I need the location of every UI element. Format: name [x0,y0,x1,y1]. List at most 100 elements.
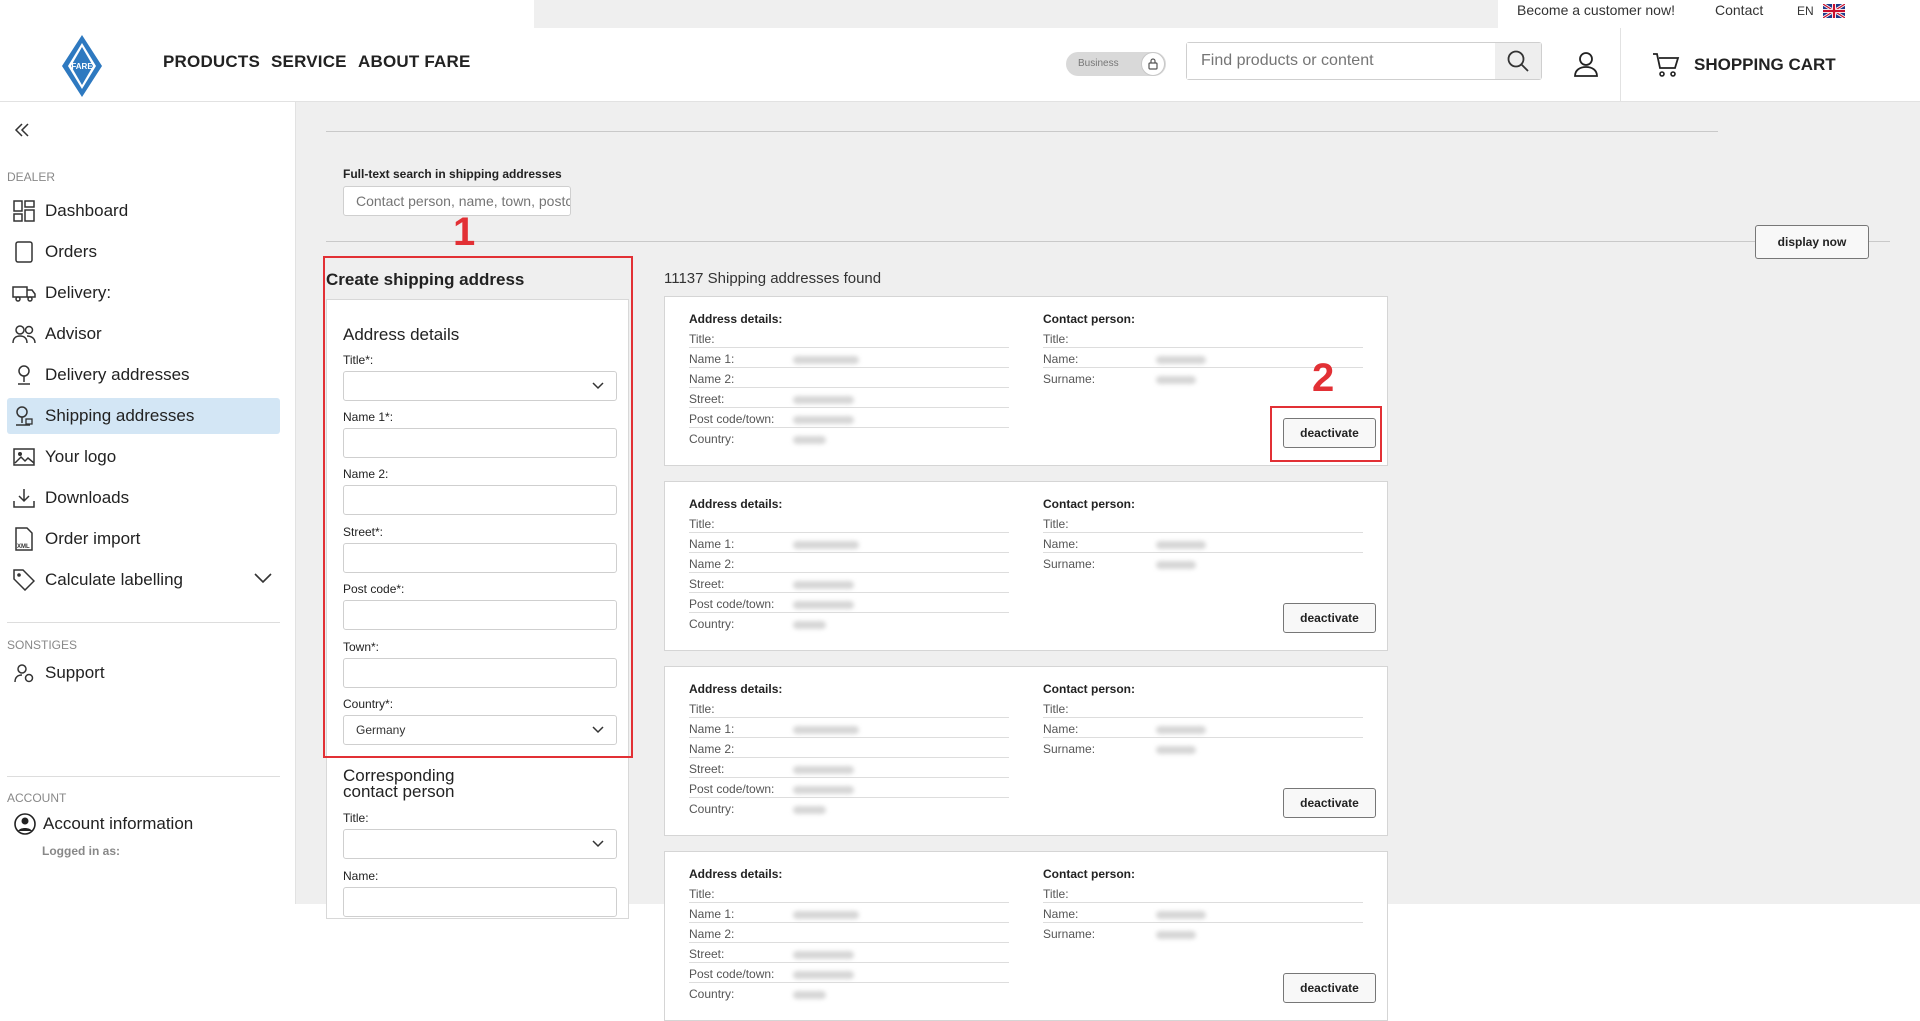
deactivate-button[interactable]: deactivate [1283,603,1376,633]
cart-icon [1653,53,1680,77]
sidebar-item-delivery-addresses[interactable]: Delivery addresses [7,357,280,393]
header-divider [1620,28,1621,102]
redacted-value [793,621,826,629]
sidebar-item-dashboard[interactable]: Dashboard [7,193,280,229]
address-field-label: Title: [689,702,715,716]
contact-person-heading: Contact person: [1043,682,1136,696]
chevron-down-icon[interactable] [254,572,272,584]
row-divider [689,942,1009,943]
image-icon [9,448,39,466]
address-field-label: Post code/town: [689,967,775,981]
address-field-label: Title: [689,332,715,346]
contact-field-label: Name: [1043,537,1079,551]
advisor-icon [9,324,39,344]
contact-field-label: Name: [1043,907,1079,921]
sidebar-item-calculate-labelling[interactable]: Calculate labelling [7,562,280,598]
business-toggle[interactable]: Business [1066,52,1166,76]
fulltext-search-label: Full-text search in shipping addresses [343,167,562,181]
contact-field-label: Surname: [1043,372,1096,386]
address-field-label: Title: [689,887,715,901]
contact-title-select[interactable] [343,829,617,859]
row-divider [1043,922,1363,923]
logo-text: FARE [71,62,93,71]
language-selector[interactable]: EN [1797,4,1814,18]
uk-flag-icon[interactable] [1823,4,1845,18]
display-now-button[interactable]: display now [1755,225,1869,259]
collapse-sidebar-button[interactable] [14,122,30,143]
address-field-label: Post code/town: [689,597,775,611]
sidebar-item-your-logo[interactable]: Your logo [7,439,280,475]
contact-field-label: Title: [1043,517,1069,531]
address-field-label: Street: [689,762,725,776]
sidebar-item-downloads[interactable]: Downloads [7,480,280,516]
top-strip-background [534,0,1498,28]
sidebar-item-order-import[interactable]: XML Order import [7,521,280,557]
sidebar: DEALER Dashboard Orders Delivery: Adviso… [0,102,296,904]
address-details-heading: Address details: [689,312,783,326]
redacted-value [1156,911,1206,919]
logged-in-as-label: Logged in as: [42,844,120,858]
sidebar-item-account-information[interactable]: Account information [7,806,280,842]
truck-icon [9,284,39,302]
row-divider [689,902,1009,903]
location-pin-icon [9,364,39,386]
nav-service[interactable]: SERVICE [271,52,347,72]
row-divider [689,982,1009,983]
row-divider [689,717,1009,718]
row-divider [689,737,1009,738]
sidebar-item-label: Delivery: [45,283,112,302]
sidebar-item-label: Dashboard [45,201,129,220]
row-divider [689,592,1009,593]
annotation-label-2: 2 [1312,356,1335,400]
row-divider [689,777,1009,778]
contact-field-label: Name: [1043,722,1079,736]
redacted-value [1156,931,1196,939]
contact-name-field[interactable] [343,887,617,917]
site-search-input[interactable] [1187,43,1495,79]
nav-about-fare[interactable]: ABOUT FARE [358,52,471,72]
deactivate-button[interactable]: deactivate [1283,973,1376,1003]
shopping-cart-button[interactable]: SHOPPING CART [1652,52,1836,78]
row-divider [1043,532,1363,533]
contact-field-label: Title: [1043,887,1069,901]
redacted-value [793,541,859,549]
user-account-button[interactable] [1573,50,1599,83]
row-divider [689,347,1009,348]
nav-products[interactable]: PRODUCTS [163,52,260,72]
tag-icon [9,569,39,591]
redacted-value [1156,746,1196,754]
search-button[interactable] [1495,43,1541,79]
address-field-label: Name 2: [689,742,735,756]
sidebar-item-advisor[interactable]: Advisor [7,316,280,352]
sidebar-item-delivery[interactable]: Delivery: [7,275,280,311]
row-divider [689,552,1009,553]
sidebar-item-support[interactable]: Support [7,655,280,691]
redacted-value [793,436,826,444]
row-divider [689,367,1009,368]
user-icon [1574,52,1598,77]
become-customer-link[interactable]: Become a customer now! [1517,2,1675,18]
contact-link[interactable]: Contact [1715,2,1763,18]
account-icon [13,813,37,835]
address-field-label: Name 2: [689,557,735,571]
row-divider [1043,552,1363,553]
fare-logo-icon: FARE [62,35,102,97]
dashboard-icon [9,200,39,222]
sidebar-item-label: Support [45,663,105,682]
contact-field-label: Title: [1043,332,1069,346]
results-count: 11137 Shipping addresses found [664,270,882,287]
sidebar-item-label: Delivery addresses [45,365,190,384]
sidebar-item-orders[interactable]: Orders [7,234,280,270]
address-field-label: Country: [689,432,735,446]
row-divider [1043,347,1363,348]
row-divider [1043,902,1363,903]
deactivate-button[interactable]: deactivate [1283,788,1376,818]
download-icon [9,488,39,508]
address-card: Address details: Contact person: Title: Nam… [664,666,1388,836]
search-icon [1507,50,1529,72]
redacted-value [793,396,854,404]
redacted-value [793,356,859,364]
filter-divider [326,241,1755,242]
sidebar-item-shipping-addresses[interactable]: Shipping addresses [7,398,280,434]
fare-logo[interactable]: FARE [58,33,106,99]
